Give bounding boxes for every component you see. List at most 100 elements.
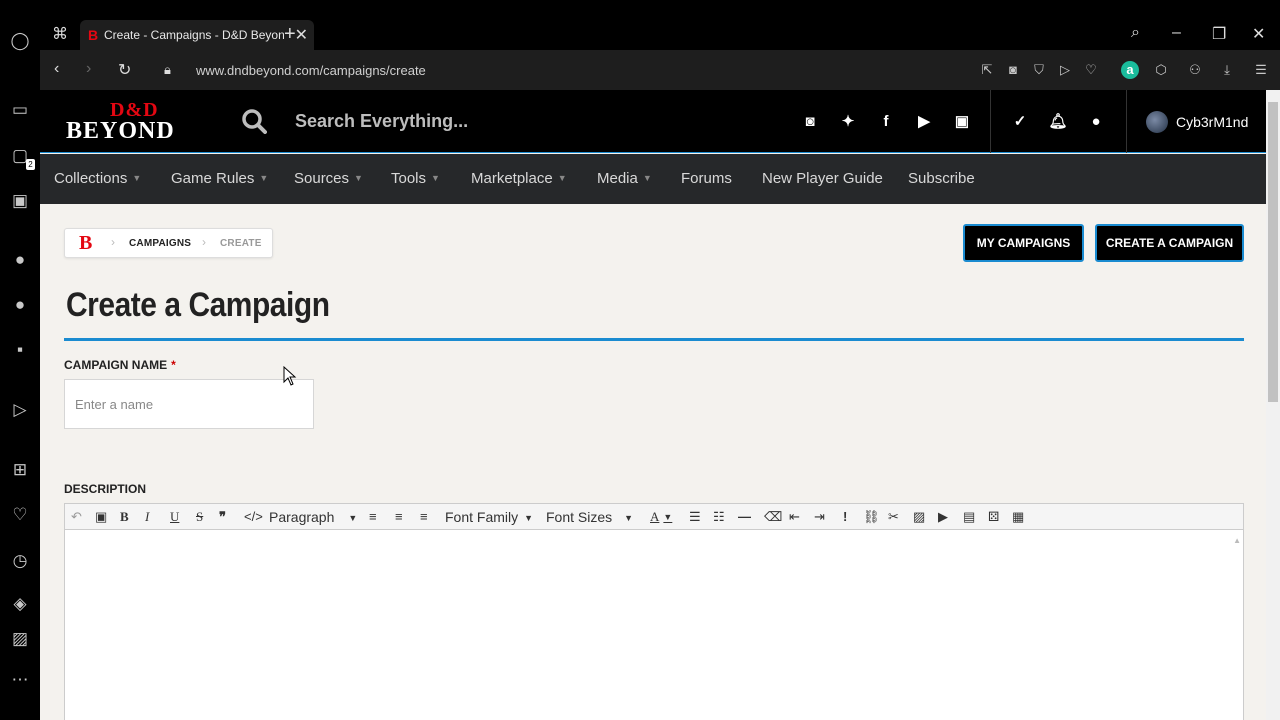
snapshot-gallery-icon[interactable]: ▨ xyxy=(8,627,32,651)
logo-beyond-text[interactable]: BEYOND xyxy=(66,118,175,145)
twitter-sidebar-icon[interactable]: ● xyxy=(8,293,32,317)
messages-chat-icon[interactable]: ● xyxy=(1086,112,1106,132)
site-search-input[interactable]: Search Everything... xyxy=(295,111,468,132)
align-center-icon[interactable]: ≡ xyxy=(395,508,403,526)
undo-icon[interactable]: ↶ xyxy=(71,508,82,526)
unlink-icon[interactable]: ✂ xyxy=(888,508,899,526)
text-color-icon[interactable]: A ▼ xyxy=(650,508,672,526)
flow-icon[interactable]: ▷ xyxy=(1056,61,1074,79)
video-icon[interactable]: ▶ xyxy=(938,508,948,526)
nav-sources[interactable]: Sources ▼ xyxy=(294,170,363,187)
new-tab-icon[interactable]: + xyxy=(284,23,296,46)
minimize-icon[interactable]: – xyxy=(1172,24,1181,42)
forward-icon[interactable]: › xyxy=(86,60,91,78)
camera-icon[interactable]: ◙ xyxy=(1004,61,1022,79)
underline-icon[interactable]: U xyxy=(170,508,179,526)
speed-dial-icon[interactable]: ⊞ xyxy=(8,458,32,482)
breadcrumb-home-logo[interactable]: B xyxy=(79,232,92,255)
gamepad-icon[interactable]: ⌘ xyxy=(52,24,68,44)
font-sizes-select[interactable]: Font Sizes ▼ xyxy=(546,508,633,526)
bookmarks-heart-icon[interactable]: ♡ xyxy=(8,503,32,527)
extension-icon[interactable]: ▣ xyxy=(8,189,32,213)
active-tab[interactable]: B Create - Campaigns - D&D Beyond ✕ xyxy=(80,20,314,50)
facebook-icon[interactable]: f xyxy=(876,112,896,132)
chevron-down-icon: ▼ xyxy=(557,173,567,183)
document-icon[interactable]: ▤ xyxy=(963,508,975,526)
dice-icon[interactable]: ⚄ xyxy=(988,508,999,526)
nav-tools[interactable]: Tools ▼ xyxy=(391,170,440,187)
scrollbar-thumb[interactable] xyxy=(1268,102,1278,402)
account-extension-icon[interactable]: a xyxy=(1121,61,1139,79)
history-icon[interactable]: ◷ xyxy=(8,549,32,573)
chevron-down-icon: ▼ xyxy=(431,173,440,183)
create-campaign-button[interactable]: CREATE A CAMPAIGN xyxy=(1095,224,1244,262)
paste-icon[interactable]: ▣ xyxy=(95,508,107,526)
twitch-icon[interactable]: ▣ xyxy=(952,112,972,132)
search-icon[interactable] xyxy=(241,108,267,134)
user-avatar[interactable] xyxy=(1146,111,1168,133)
messenger-icon[interactable]: ● xyxy=(8,248,32,272)
description-textarea[interactable] xyxy=(65,531,1243,720)
download-icon[interactable]: ⤓ xyxy=(1218,61,1236,79)
nav-media[interactable]: Media ▼ xyxy=(597,170,652,187)
page-scrollbar[interactable] xyxy=(1266,90,1280,720)
sync-status-icon[interactable]: ✓ xyxy=(1010,112,1030,132)
window-close-icon[interactable]: ✕ xyxy=(1252,24,1265,44)
workspace-icon[interactable]: ▭ xyxy=(8,98,32,122)
strikethrough-icon[interactable]: S xyxy=(196,508,203,526)
font-family-select[interactable]: Font Family ▼ xyxy=(445,508,533,526)
indent-icon[interactable]: ⇥ xyxy=(814,508,825,526)
code-icon[interactable]: </> xyxy=(244,508,263,526)
opera-logo-icon[interactable]: ◯ xyxy=(8,29,32,53)
chevron-down-icon: ▼ xyxy=(354,173,363,183)
discord-sidebar-icon[interactable]: ▪ xyxy=(8,338,32,362)
user-name[interactable]: Cyb3rM1nd xyxy=(1176,114,1248,130)
table-icon[interactable]: ▦ xyxy=(1012,508,1024,526)
bold-icon[interactable]: B xyxy=(120,508,129,526)
align-right-icon[interactable]: ≡ xyxy=(420,508,428,526)
blockquote-icon[interactable]: ❞ xyxy=(219,508,226,526)
reload-icon[interactable]: ↻ xyxy=(118,60,131,80)
send-to-icon[interactable]: ⇱ xyxy=(978,61,996,79)
callout-icon[interactable]: ! xyxy=(843,508,847,526)
youtube-icon[interactable]: ▶ xyxy=(914,112,934,132)
profile-icon[interactable]: ⚇ xyxy=(1186,61,1204,79)
numbered-list-icon[interactable]: ☷ xyxy=(713,508,725,526)
horizontal-rule-icon[interactable]: — xyxy=(738,508,751,526)
close-tab-icon[interactable]: ✕ xyxy=(295,25,308,45)
image-icon[interactable]: ▨ xyxy=(913,508,925,526)
restore-icon[interactable]: ❐ xyxy=(1212,24,1226,44)
nav-marketplace[interactable]: Marketplace ▼ xyxy=(471,170,567,187)
crypto-wallet-icon[interactable]: ◈ xyxy=(8,592,32,616)
lock-icon[interactable]: 🔒︎ xyxy=(164,62,171,78)
back-icon[interactable]: ‹ xyxy=(54,60,59,78)
nav-subscribe[interactable]: Subscribe xyxy=(908,170,975,187)
twitter-icon[interactable]: ✦ xyxy=(838,112,858,132)
cube-extension-icon[interactable]: ⬡ xyxy=(1152,61,1170,79)
link-icon[interactable]: ⛓ xyxy=(863,508,880,526)
title-divider xyxy=(64,338,1244,341)
easy-setup-icon[interactable]: ☰ xyxy=(1252,61,1270,79)
bullet-list-icon[interactable]: ☰ xyxy=(689,508,701,526)
campaign-name-input[interactable] xyxy=(64,379,314,429)
align-left-icon[interactable]: ≡ xyxy=(369,508,377,526)
breadcrumb-campaigns[interactable]: CAMPAIGNS xyxy=(129,238,191,249)
notifications-bell-icon[interactable]: 🔔︎ xyxy=(1048,112,1068,132)
my-campaigns-button[interactable]: MY CAMPAIGNS xyxy=(963,224,1084,262)
bookmark-heart-icon[interactable]: ♡ xyxy=(1082,61,1100,79)
tab-search-icon[interactable]: ⌕ xyxy=(1131,24,1140,42)
nav-collections[interactable]: Collections ▼ xyxy=(54,170,141,187)
outdent-icon[interactable]: ⇤ xyxy=(789,508,800,526)
editor-scroll-up-icon[interactable]: ▲ xyxy=(1233,536,1241,545)
url-field[interactable]: www.dndbeyond.com/campaigns/create xyxy=(196,63,426,78)
more-icon[interactable]: ⋯ xyxy=(8,668,32,692)
discord-icon[interactable]: ◙ xyxy=(800,112,820,132)
clear-format-icon[interactable]: ⌫ xyxy=(764,508,782,526)
nav-new-player-guide[interactable]: New Player Guide xyxy=(762,170,883,187)
shield-icon[interactable]: ⛉ xyxy=(1030,61,1048,79)
nav-forums[interactable]: Forums xyxy=(681,170,732,187)
player-icon[interactable]: ▷ xyxy=(8,398,32,422)
paragraph-format-select[interactable]: Paragraph ▼ xyxy=(269,508,357,526)
nav-game-rules[interactable]: Game Rules ▼ xyxy=(171,170,268,187)
italic-icon[interactable]: I xyxy=(145,508,149,526)
